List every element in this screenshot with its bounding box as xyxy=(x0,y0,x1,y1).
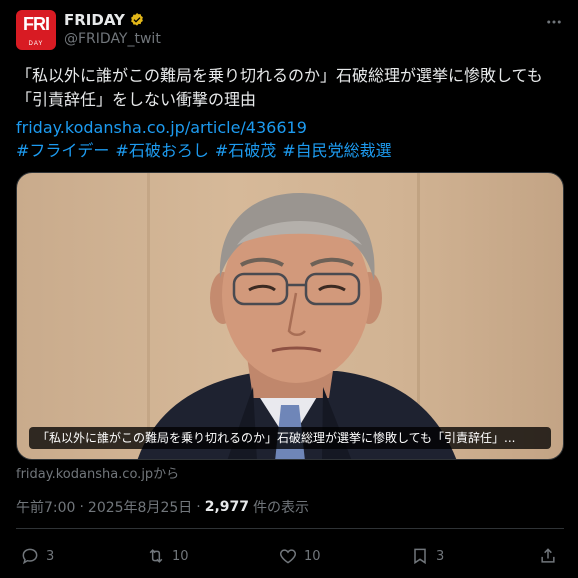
card-caption: 「私以外に誰がこの難局を乗り切れるのか」石破総理が選挙に惨敗しても「引責辞任」.… xyxy=(29,427,551,449)
bookmark-count: 3 xyxy=(436,548,445,564)
portrait-photo xyxy=(137,173,457,459)
avatar-logo-subtext: DAY xyxy=(28,41,44,47)
reply-count: 3 xyxy=(46,548,55,564)
reply-button[interactable]: 3 xyxy=(20,544,54,568)
tweet-text: 「私以外に誰がこの難局を乗り切れるのか」石破総理が選挙に惨敗しても「引責辞任」を… xyxy=(16,66,543,109)
author-display-name[interactable]: FRIDAY xyxy=(64,11,125,29)
retweet-count: 10 xyxy=(172,548,189,564)
retweet-icon xyxy=(149,549,163,563)
share-button[interactable] xyxy=(538,544,558,568)
bookmark-button[interactable]: 3 xyxy=(410,544,444,568)
action-bar: 3 10 10 3 xyxy=(16,544,564,568)
meta-separator: · xyxy=(79,499,84,515)
article-link[interactable]: friday.kodansha.co.jp/article/436619 xyxy=(16,116,307,140)
like-count: 10 xyxy=(304,548,321,564)
divider xyxy=(16,528,564,529)
tweet-time[interactable]: 午前7:00 xyxy=(16,497,75,517)
link-card-image[interactable]: 「私以外に誰がこの難局を乗り切れるのか」石破総理が選挙に惨敗しても「引責辞任」.… xyxy=(16,172,564,460)
hashtag-list: #フライデー #石破おろし #石破茂 #自民党総裁選 xyxy=(16,139,392,163)
hashtag-ldp-election[interactable]: #自民党総裁選 xyxy=(282,139,391,163)
view-count: 2,977 xyxy=(204,499,250,515)
reply-icon xyxy=(22,548,38,565)
avatar-logo-text: FRI xyxy=(23,14,50,34)
bookmark-icon xyxy=(414,548,426,565)
view-count-label: 件の表示 xyxy=(253,500,310,516)
author-handle[interactable]: @FRIDAY_twit xyxy=(64,31,161,47)
more-options-icon[interactable] xyxy=(544,12,564,32)
share-icon xyxy=(541,548,555,563)
like-button[interactable]: 10 xyxy=(278,544,321,568)
card-source[interactable]: friday.kodansha.co.jpから xyxy=(16,463,179,482)
author-name-row: FRIDAY xyxy=(64,10,145,30)
retweet-button[interactable]: 10 xyxy=(146,544,189,568)
tweet-date[interactable]: 2025年8月25日 xyxy=(88,497,192,517)
verified-badge-icon xyxy=(131,13,143,26)
hashtag-ishiba-shigeru[interactable]: #石破茂 xyxy=(215,139,276,163)
tweet-meta: 午前7:00 · 2025年8月25日 · 2,977 件の表示 xyxy=(16,497,309,517)
hashtag-friday[interactable]: #フライデー xyxy=(16,139,109,163)
hashtag-ishiba-oroshi[interactable]: #石破おろし xyxy=(115,139,208,163)
avatar[interactable]: FRI DAY xyxy=(16,10,56,50)
heart-icon xyxy=(279,549,297,564)
meta-separator: · xyxy=(196,499,201,515)
